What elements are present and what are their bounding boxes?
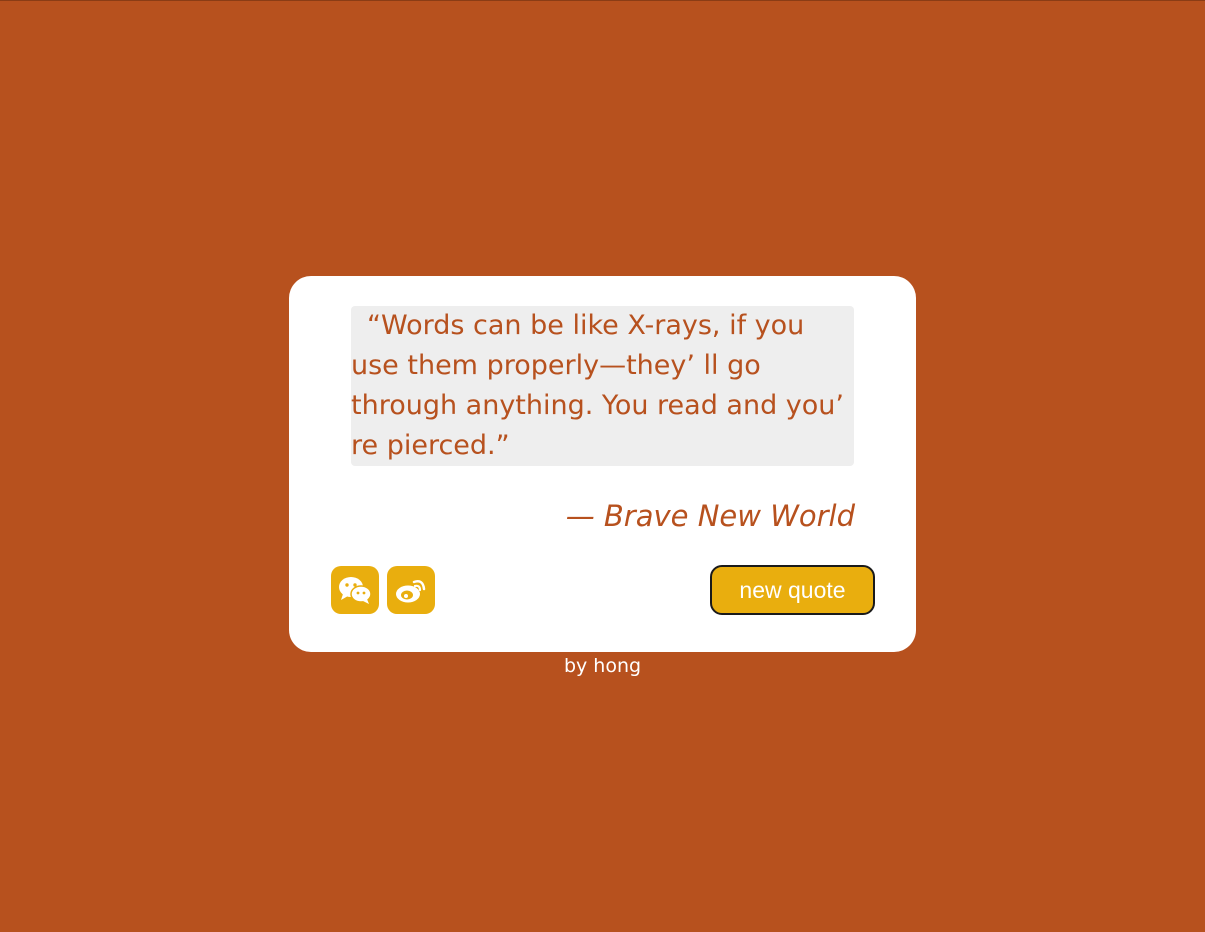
quote-card: “Words can be like X-rays, if you use th…	[289, 276, 916, 652]
weibo-icon	[394, 575, 428, 605]
top-divider	[0, 0, 1205, 1]
new-quote-button[interactable]: new quote	[710, 565, 875, 615]
quote-author: — Brave New World	[565, 499, 855, 533]
wechat-share-button[interactable]	[331, 566, 379, 614]
wechat-icon	[338, 575, 372, 605]
weibo-share-button[interactable]	[387, 566, 435, 614]
quote-text: “Words can be like X-rays, if you use th…	[351, 306, 854, 466]
byline: by hong	[563, 655, 642, 677]
